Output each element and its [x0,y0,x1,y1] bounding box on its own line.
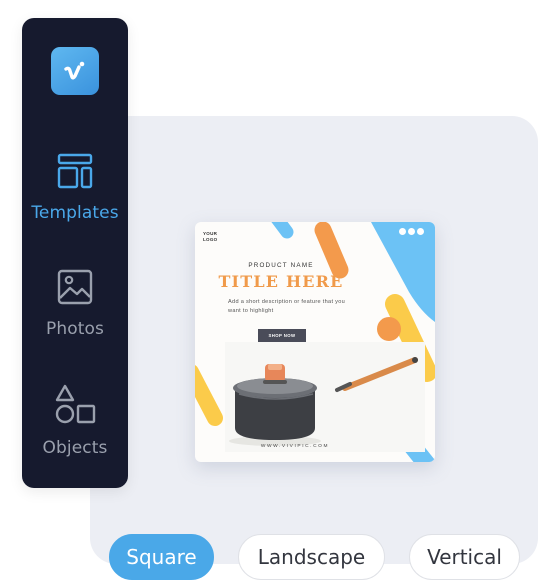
sidebar-item-templates[interactable]: Templates [22,153,128,223]
instagram-icon [408,228,415,235]
template-title: TITLE HERE [218,272,344,291]
sidebar: Templates Photos Objects [22,18,128,488]
saucepan-image [225,342,425,452]
sidebar-item-objects[interactable]: Objects [22,384,128,458]
format-vertical-button[interactable]: Vertical [409,534,520,580]
template-description: Add a short description or feature that … [228,299,346,314]
vivipic-logo-icon [64,61,85,80]
template-website: WWW.VIVIPIC.COM [260,444,330,449]
format-square-button[interactable]: Square [109,534,214,580]
app-stage: Templates Photos Objects YOUR LOGO PRODU… [0,0,541,583]
app-logo[interactable] [51,47,99,95]
photo-icon [57,269,93,305]
template-logo-text: YOUR LOGO [203,231,218,242]
social-icons [399,228,424,235]
templates-icon [57,153,93,189]
format-landscape-button[interactable]: Landscape [238,534,385,580]
shapes-icon [55,384,96,424]
sidebar-item-label: Templates [31,203,119,223]
template-preview[interactable]: YOUR LOGO PRODUCT NAME TITLE HERE Add a … [195,222,435,462]
template-shop-button: SHOP NOW [258,329,306,342]
sidebar-item-photos[interactable]: Photos [22,269,128,339]
twitter-icon [417,228,424,235]
facebook-icon [399,228,406,235]
template-product-name: PRODUCT NAME [248,262,314,269]
sidebar-item-label: Objects [42,438,108,458]
sidebar-item-label: Photos [46,319,104,339]
